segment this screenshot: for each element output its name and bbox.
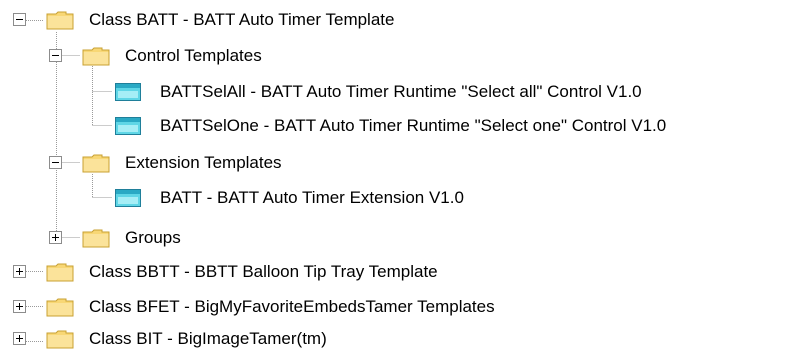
- expand-toggle[interactable]: [13, 265, 26, 278]
- tree-node-label: BATT - BATT Auto Timer Extension V1.0: [160, 188, 464, 207]
- tree-node-class-bit[interactable]: Class BIT - BigImageTamer(tm): [0, 322, 806, 356]
- tree-node-class-bfet[interactable]: Class BFET - BigMyFavoriteEmbedsTamer Te…: [0, 290, 806, 324]
- tree-node-class-batt[interactable]: Class BATT - BATT Auto Timer Template: [0, 3, 806, 37]
- folder-icon: [82, 228, 110, 248]
- tree-node-label: BATTSelOne - BATT Auto Timer Runtime "Se…: [160, 116, 667, 135]
- tree-view[interactable]: Class BATT - BATT Auto Timer Template Co…: [0, 0, 806, 356]
- expand-toggle[interactable]: [49, 231, 62, 244]
- tree-node-label: Groups: [125, 228, 181, 247]
- tree-node-control-templates[interactable]: Control Templates: [0, 39, 806, 73]
- tree-node-extension-templates[interactable]: Extension Templates: [0, 146, 806, 180]
- tree-node-batt-extension[interactable]: BATT - BATT Auto Timer Extension V1.0: [0, 181, 806, 215]
- folder-icon: [82, 153, 110, 173]
- template-icon: [114, 82, 142, 102]
- tree-node-label: Class BBTT - BBTT Balloon Tip Tray Templ…: [89, 262, 438, 281]
- tree-node-groups[interactable]: Groups: [0, 221, 806, 255]
- folder-icon: [82, 46, 110, 66]
- template-icon: [114, 188, 142, 208]
- tree-node-label: BATTSelAll - BATT Auto Timer Runtime "Se…: [160, 82, 642, 101]
- tree-node-label: Class BIT - BigImageTamer(tm): [89, 329, 327, 348]
- collapse-toggle[interactable]: [49, 49, 62, 62]
- collapse-toggle[interactable]: [13, 13, 26, 26]
- folder-icon: [46, 262, 74, 282]
- expand-toggle[interactable]: [13, 300, 26, 313]
- folder-icon: [46, 10, 74, 30]
- template-icon: [114, 116, 142, 136]
- folder-icon: [46, 329, 74, 349]
- tree-node-label: Extension Templates: [125, 153, 282, 172]
- expand-toggle[interactable]: [13, 332, 26, 345]
- tree-node-battselall[interactable]: BATTSelAll - BATT Auto Timer Runtime "Se…: [0, 75, 806, 109]
- tree-node-label: Class BATT - BATT Auto Timer Template: [89, 10, 395, 29]
- collapse-toggle[interactable]: [49, 156, 62, 169]
- folder-icon: [46, 297, 74, 317]
- tree-node-label: Class BFET - BigMyFavoriteEmbedsTamer Te…: [89, 297, 495, 316]
- tree-node-class-bbtt[interactable]: Class BBTT - BBTT Balloon Tip Tray Templ…: [0, 255, 806, 289]
- tree-node-label: Control Templates: [125, 46, 262, 65]
- tree-node-battselone[interactable]: BATTSelOne - BATT Auto Timer Runtime "Se…: [0, 109, 806, 143]
